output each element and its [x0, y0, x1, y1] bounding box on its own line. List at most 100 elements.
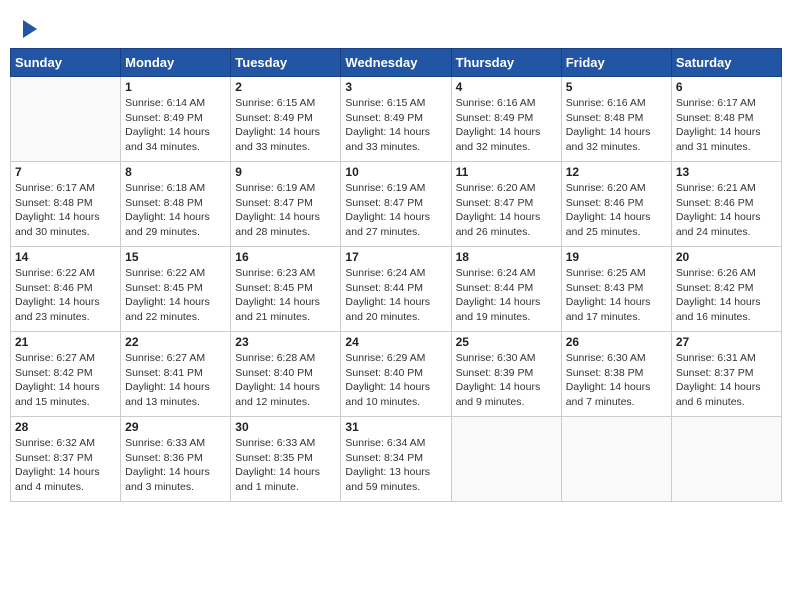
calendar-cell: 20 Sunrise: 6:26 AM Sunset: 8:42 PM Dayli…	[671, 247, 781, 332]
logo	[20, 20, 37, 38]
day-number: 1	[125, 80, 226, 94]
day-number: 21	[15, 335, 116, 349]
calendar-cell: 15 Sunrise: 6:22 AM Sunset: 8:45 PM Dayli…	[121, 247, 231, 332]
day-number: 9	[235, 165, 336, 179]
calendar-cell: 22 Sunrise: 6:27 AM Sunset: 8:41 PM Dayli…	[121, 332, 231, 417]
day-number: 19	[566, 250, 667, 264]
day-info: Sunrise: 6:27 AM Sunset: 8:42 PM Dayligh…	[15, 351, 116, 410]
calendar-table: SundayMondayTuesdayWednesdayThursdayFrid…	[10, 48, 782, 502]
calendar-header-cell: Saturday	[671, 49, 781, 77]
day-number: 17	[345, 250, 446, 264]
day-number: 4	[456, 80, 557, 94]
calendar-cell: 4 Sunrise: 6:16 AM Sunset: 8:49 PM Daylig…	[451, 77, 561, 162]
calendar-header-cell: Monday	[121, 49, 231, 77]
calendar-cell: 18 Sunrise: 6:24 AM Sunset: 8:44 PM Dayli…	[451, 247, 561, 332]
day-number: 16	[235, 250, 336, 264]
calendar-cell: 25 Sunrise: 6:30 AM Sunset: 8:39 PM Dayli…	[451, 332, 561, 417]
day-number: 15	[125, 250, 226, 264]
calendar-cell: 12Sunrise: 6:20 AM Sunset: 8:46 PM Dayli…	[561, 162, 671, 247]
calendar-cell: 16 Sunrise: 6:23 AM Sunset: 8:45 PM Dayli…	[231, 247, 341, 332]
day-info: Sunrise: 6:14 AM Sunset: 8:49 PM Dayligh…	[125, 96, 226, 155]
day-number: 2	[235, 80, 336, 94]
calendar-cell: 1 Sunrise: 6:14 AM Sunset: 8:49 PM Daylig…	[121, 77, 231, 162]
day-info: Sunrise: 6:26 AM Sunset: 8:42 PM Dayligh…	[676, 266, 777, 325]
day-info: Sunrise: 6:34 AM Sunset: 8:34 PM Dayligh…	[345, 436, 446, 495]
calendar-cell: 9 Sunrise: 6:19 AM Sunset: 8:47 PM Daylig…	[231, 162, 341, 247]
calendar-cell: 28 Sunrise: 6:32 AM Sunset: 8:37 PM Dayli…	[11, 417, 121, 502]
day-info: Sunrise: 6:24 AM Sunset: 8:44 PM Dayligh…	[345, 266, 446, 325]
calendar-cell: 27 Sunrise: 6:31 AM Sunset: 8:37 PM Dayli…	[671, 332, 781, 417]
calendar-cell: 23 Sunrise: 6:28 AM Sunset: 8:40 PM Dayli…	[231, 332, 341, 417]
day-number: 25	[456, 335, 557, 349]
calendar-header-cell: Friday	[561, 49, 671, 77]
calendar-week-row: 14 Sunrise: 6:22 AM Sunset: 8:46 PM Dayli…	[11, 247, 782, 332]
day-number: 18	[456, 250, 557, 264]
calendar-header-cell: Sunday	[11, 49, 121, 77]
day-info: Sunrise: 6:22 AM Sunset: 8:46 PM Dayligh…	[15, 266, 116, 325]
day-info: Sunrise: 6:24 AM Sunset: 8:44 PM Dayligh…	[456, 266, 557, 325]
calendar-cell: 2Sunrise: 6:15 AM Sunset: 8:49 PM Daylig…	[231, 77, 341, 162]
day-number: 26	[566, 335, 667, 349]
day-number: 12	[566, 165, 667, 179]
calendar-cell: 24 Sunrise: 6:29 AM Sunset: 8:40 PM Dayli…	[341, 332, 451, 417]
day-number: 14	[15, 250, 116, 264]
day-info: Sunrise: 6:25 AM Sunset: 8:43 PM Dayligh…	[566, 266, 667, 325]
calendar-week-row: 21 Sunrise: 6:27 AM Sunset: 8:42 PM Dayli…	[11, 332, 782, 417]
day-info: Sunrise: 6:19 AM Sunset: 8:47 PM Dayligh…	[345, 181, 446, 240]
day-number: 30	[235, 420, 336, 434]
calendar-cell: 17 Sunrise: 6:24 AM Sunset: 8:44 PM Dayli…	[341, 247, 451, 332]
day-number: 10	[345, 165, 446, 179]
calendar-cell: 3 Sunrise: 6:15 AM Sunset: 8:49 PM Daylig…	[341, 77, 451, 162]
calendar-cell: 11Sunrise: 6:20 AM Sunset: 8:47 PM Dayli…	[451, 162, 561, 247]
calendar-cell: 6 Sunrise: 6:17 AM Sunset: 8:48 PM Daylig…	[671, 77, 781, 162]
day-info: Sunrise: 6:27 AM Sunset: 8:41 PM Dayligh…	[125, 351, 226, 410]
calendar-cell: 5 Sunrise: 6:16 AM Sunset: 8:48 PM Daylig…	[561, 77, 671, 162]
day-info: Sunrise: 6:16 AM Sunset: 8:48 PM Dayligh…	[566, 96, 667, 155]
day-info: Sunrise: 6:17 AM Sunset: 8:48 PM Dayligh…	[676, 96, 777, 155]
calendar-cell	[671, 417, 781, 502]
day-number: 6	[676, 80, 777, 94]
calendar-header-cell: Wednesday	[341, 49, 451, 77]
calendar-cell	[11, 77, 121, 162]
day-number: 23	[235, 335, 336, 349]
day-info: Sunrise: 6:30 AM Sunset: 8:39 PM Dayligh…	[456, 351, 557, 410]
calendar-cell: 26 Sunrise: 6:30 AM Sunset: 8:38 PM Dayli…	[561, 332, 671, 417]
calendar-body: 1 Sunrise: 6:14 AM Sunset: 8:49 PM Daylig…	[11, 77, 782, 502]
calendar-cell	[451, 417, 561, 502]
day-info: Sunrise: 6:20 AM Sunset: 8:47 PM Dayligh…	[456, 181, 557, 240]
day-info: Sunrise: 6:22 AM Sunset: 8:45 PM Dayligh…	[125, 266, 226, 325]
day-info: Sunrise: 6:16 AM Sunset: 8:49 PM Dayligh…	[456, 96, 557, 155]
day-info: Sunrise: 6:21 AM Sunset: 8:46 PM Dayligh…	[676, 181, 777, 240]
day-number: 20	[676, 250, 777, 264]
day-number: 5	[566, 80, 667, 94]
calendar-week-row: 7Sunrise: 6:17 AM Sunset: 8:48 PM Daylig…	[11, 162, 782, 247]
day-info: Sunrise: 6:33 AM Sunset: 8:35 PM Dayligh…	[235, 436, 336, 495]
calendar-cell: 21 Sunrise: 6:27 AM Sunset: 8:42 PM Dayli…	[11, 332, 121, 417]
day-number: 8	[125, 165, 226, 179]
day-info: Sunrise: 6:23 AM Sunset: 8:45 PM Dayligh…	[235, 266, 336, 325]
calendar-cell: 30 Sunrise: 6:33 AM Sunset: 8:35 PM Dayli…	[231, 417, 341, 502]
calendar-header-row: SundayMondayTuesdayWednesdayThursdayFrid…	[11, 49, 782, 77]
day-number: 3	[345, 80, 446, 94]
calendar-cell: 19 Sunrise: 6:25 AM Sunset: 8:43 PM Dayli…	[561, 247, 671, 332]
day-number: 28	[15, 420, 116, 434]
calendar-header-cell: Thursday	[451, 49, 561, 77]
day-info: Sunrise: 6:19 AM Sunset: 8:47 PM Dayligh…	[235, 181, 336, 240]
day-number: 22	[125, 335, 226, 349]
day-info: Sunrise: 6:31 AM Sunset: 8:37 PM Dayligh…	[676, 351, 777, 410]
day-number: 24	[345, 335, 446, 349]
calendar-week-row: 1 Sunrise: 6:14 AM Sunset: 8:49 PM Daylig…	[11, 77, 782, 162]
day-info: Sunrise: 6:33 AM Sunset: 8:36 PM Dayligh…	[125, 436, 226, 495]
day-info: Sunrise: 6:32 AM Sunset: 8:37 PM Dayligh…	[15, 436, 116, 495]
day-info: Sunrise: 6:15 AM Sunset: 8:49 PM Dayligh…	[345, 96, 446, 155]
day-info: Sunrise: 6:29 AM Sunset: 8:40 PM Dayligh…	[345, 351, 446, 410]
day-info: Sunrise: 6:17 AM Sunset: 8:48 PM Dayligh…	[15, 181, 116, 240]
day-number: 27	[676, 335, 777, 349]
day-info: Sunrise: 6:28 AM Sunset: 8:40 PM Dayligh…	[235, 351, 336, 410]
calendar-cell: 29Sunrise: 6:33 AM Sunset: 8:36 PM Dayli…	[121, 417, 231, 502]
day-number: 31	[345, 420, 446, 434]
calendar-cell: 31 Sunrise: 6:34 AM Sunset: 8:34 PM Dayli…	[341, 417, 451, 502]
calendar-cell: 13Sunrise: 6:21 AM Sunset: 8:46 PM Dayli…	[671, 162, 781, 247]
day-info: Sunrise: 6:30 AM Sunset: 8:38 PM Dayligh…	[566, 351, 667, 410]
calendar-header-cell: Tuesday	[231, 49, 341, 77]
